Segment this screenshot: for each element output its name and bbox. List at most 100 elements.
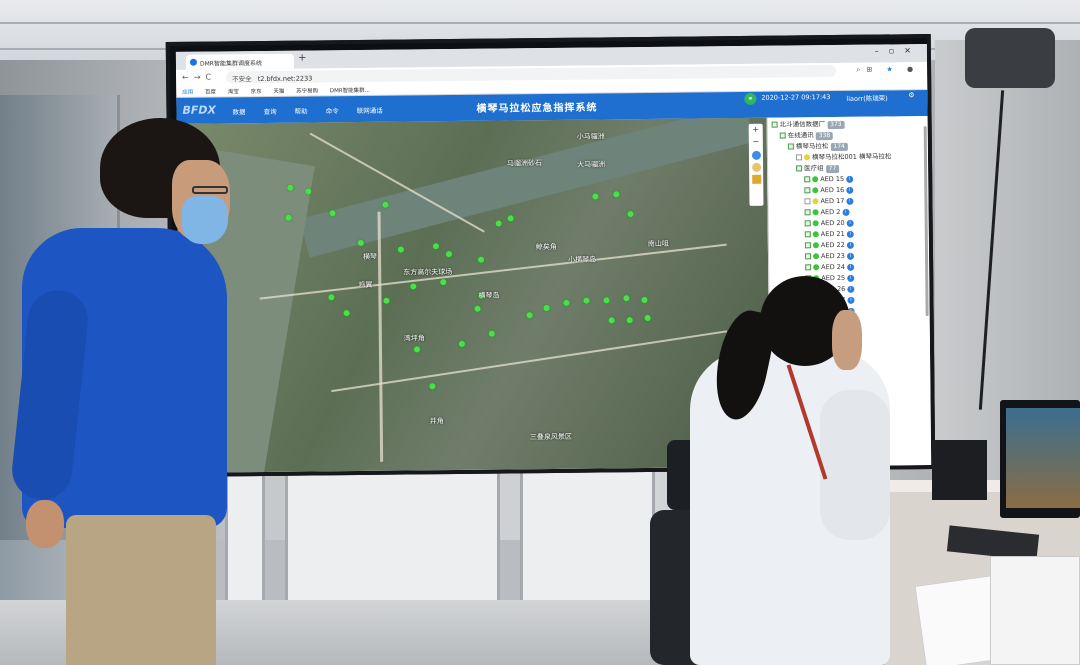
zoom-in-button[interactable]: + [749,124,763,136]
ceiling-seam [0,22,1080,24]
tree-checkbox[interactable] [804,209,811,216]
info-icon[interactable]: i [846,252,854,260]
aed-marker[interactable] [623,295,630,302]
info-icon[interactable]: i [847,263,855,271]
aed-marker[interactable] [603,297,610,304]
aed-marker[interactable] [328,294,335,301]
tree-checkbox[interactable] [804,253,812,260]
bookmark-item[interactable]: 淘宝 [228,89,239,95]
aed-marker[interactable] [644,314,651,322]
aed-marker[interactable] [287,184,294,191]
aed-marker[interactable] [583,297,590,304]
satellite-map[interactable]: 小马骝洲 马骝洲砂石 大马骝洲 小横琴岛 鲸矣角 东方高尔夫球场 横琴岛 南山咀… [176,117,771,473]
globe-icon[interactable] [751,150,761,160]
aed-marker[interactable] [429,383,436,390]
tree-checkbox[interactable] [804,242,811,249]
ceiling-camera [965,28,1055,88]
aed-marker[interactable] [397,246,404,253]
browser-tab[interactable]: DMR智能集群调度系统 [185,53,295,70]
ruler-icon[interactable] [751,174,761,184]
info-icon[interactable]: i [846,186,854,194]
tree-checkbox[interactable] [804,231,811,238]
aed-marker[interactable] [613,191,620,198]
info-icon[interactable]: i [847,285,855,293]
aed-marker[interactable] [410,283,417,290]
bookmark-item[interactable]: 苏宁易购 [296,88,318,94]
tree-checkbox[interactable] [805,264,812,271]
link-icon[interactable]: ⚭ [744,92,757,105]
tree-checkbox[interactable] [771,121,778,128]
aed-marker[interactable] [641,296,648,304]
aed-marker[interactable] [627,211,634,218]
star-icon[interactable]: ★ [886,65,898,73]
aed-marker[interactable] [285,214,292,221]
aed-marker[interactable] [440,279,447,286]
aed-marker[interactable] [445,251,453,258]
new-tab-button[interactable]: + [298,53,307,64]
aed-marker[interactable] [495,220,502,227]
tree-checkbox[interactable] [787,143,794,150]
tree-checkbox[interactable] [804,187,811,194]
aed-marker[interactable] [563,299,570,306]
tree-checkbox[interactable] [779,132,786,139]
aed-marker[interactable] [474,305,481,312]
bookmark-item[interactable]: 天猫 [273,89,284,95]
aed-marker[interactable] [478,256,485,263]
info-icon[interactable]: i [847,274,855,282]
tree-label: AED 16 [820,185,845,195]
info-icon[interactable]: i [847,296,855,304]
bookmark-item[interactable]: 百度 [205,89,216,95]
aed-marker[interactable] [305,188,312,195]
tree-checkbox[interactable] [804,198,811,205]
aed-marker[interactable] [488,330,495,337]
aed-marker[interactable] [413,346,421,353]
aed-marker[interactable] [329,210,336,217]
user-name[interactable]: liaorr(陈瑞荣) [846,92,887,102]
aed-marker[interactable] [608,317,615,324]
menu-query[interactable]: 查询 [264,108,277,116]
address-icons[interactable]: ⌕⊞ ★ ● [856,65,919,75]
info-icon[interactable]: i [842,208,850,216]
status-dot-icon [803,154,811,161]
window-controls[interactable]: –▫✕ [875,46,921,55]
bookmark-apps[interactable]: 应用 [182,90,193,96]
navigation-buttons[interactable]: ←→C [182,72,216,81]
scrollbar[interactable] [923,126,929,317]
menu-network-call[interactable]: 联网通话 [357,107,383,115]
layer-icon[interactable] [751,162,761,172]
aed-marker[interactable] [526,312,533,319]
status-dot-icon [812,198,819,205]
tree-label: AED 22 [820,240,845,250]
aed-marker[interactable] [592,193,599,200]
tree-checkbox[interactable] [796,165,803,172]
info-icon[interactable]: i [846,219,854,227]
aed-marker[interactable] [626,317,633,324]
aed-marker[interactable] [543,305,550,312]
menu-command[interactable]: 命令 [326,107,339,115]
aed-marker[interactable] [382,201,389,208]
tree-checkbox[interactable] [804,220,811,227]
menu-help[interactable]: 帮助 [295,108,308,116]
bookmark-item[interactable]: 京东 [251,89,262,95]
info-icon[interactable]: i [846,230,854,238]
aed-marker[interactable] [357,239,364,247]
road [377,211,384,462]
profile-icon[interactable]: ● [907,65,919,73]
aed-marker[interactable] [383,297,390,304]
tree-checkbox[interactable] [795,154,803,161]
key-icon[interactable]: ⌕⊞ [856,66,878,74]
info-icon[interactable]: i [846,175,854,183]
aed-marker[interactable] [432,243,439,250]
wall-panel [225,468,265,608]
aed-marker[interactable] [507,215,514,222]
aed-marker[interactable] [458,340,465,347]
gear-icon[interactable]: ⚙ [908,91,914,99]
bookmark-item[interactable]: DMR智能集群... [330,88,370,94]
menu-data[interactable]: 数据 [232,108,245,116]
tree-checkbox[interactable] [804,176,811,183]
zoom-out-button[interactable]: − [749,136,763,148]
info-icon[interactable]: i [846,241,854,249]
aed-marker[interactable] [343,310,350,317]
info-icon[interactable]: i [846,197,854,205]
map-label: 东方高尔夫球场 [403,268,453,277]
